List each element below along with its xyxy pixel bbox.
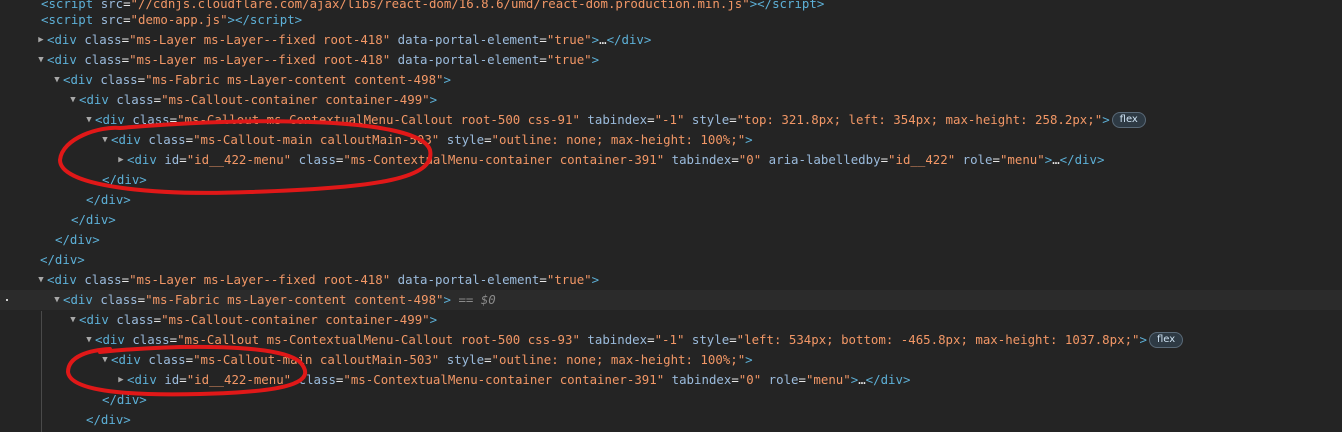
flex-badge[interactable]: flex [1148, 331, 1184, 348]
flex-badge[interactable]: flex [1111, 111, 1146, 128]
collapse-triangle-icon[interactable]: ▼ [67, 310, 79, 330]
dom-node-code: <div class="ms-Callout-container contain… [79, 312, 438, 327]
dom-node-code: <div id="id__422-menu" class="ms-Context… [127, 372, 911, 387]
dom-node-line[interactable]: </div> [0, 210, 1342, 230]
dom-node-content[interactable]: </div> [102, 170, 147, 190]
dom-node-content[interactable]: ▶ <div id="id__422-menu" class="ms-Contex… [115, 150, 1104, 170]
dom-node-code: <div id="id__422-menu" class="ms-Context… [127, 152, 1105, 167]
dom-node-code: </div> [40, 252, 85, 267]
dom-node-code: </div> [102, 392, 147, 407]
dom-node-content[interactable]: ▼ <div class="ms-Layer ms-Layer--fixed ro… [35, 50, 599, 70]
dom-node-line[interactable]: ▼ <div class="ms-Layer ms-Layer--fixed ro… [0, 50, 1342, 70]
dom-node-line[interactable]: </div> [0, 170, 1342, 190]
expand-triangle-icon[interactable]: ▶ [115, 370, 127, 390]
dom-node-content[interactable]: ▼ <div class="ms-Fabric ms-Layer-content … [51, 290, 496, 310]
collapse-triangle-icon[interactable]: ▼ [83, 110, 95, 130]
dom-node-line[interactable]: ▼ <div class="ms-Callout-main calloutMain… [0, 130, 1342, 150]
dom-node-line[interactable]: ▼ <div class="ms-Fabric ms-Layer-content … [0, 70, 1342, 90]
dom-node-content[interactable]: ▼ <div class="ms-Callout-container contai… [67, 310, 437, 330]
expand-triangle-icon[interactable]: ▶ [35, 30, 47, 50]
dom-node-code: <div class="ms-Layer ms-Layer--fixed roo… [47, 52, 600, 67]
dom-node-code: <script src="demo-app.js"></script> [41, 12, 303, 27]
dom-node-code: </div> [86, 412, 131, 427]
dom-node-code: <div class="ms-Layer ms-Layer--fixed roo… [47, 272, 600, 287]
collapse-triangle-icon[interactable]: ▼ [51, 290, 63, 310]
dom-node-code: <div class="ms-Fabric ms-Layer-content c… [63, 292, 496, 307]
collapse-triangle-icon[interactable]: ▼ [83, 330, 95, 350]
dom-node-content[interactable]: </div> [55, 230, 100, 250]
dom-node-code: <div class="ms-Layer ms-Layer--fixed roo… [47, 32, 652, 47]
dom-node-code: <div class="ms-Callout ms-ContextualMenu… [95, 112, 1110, 127]
dom-node-line[interactable]: ▼ <div class="ms-Callout-main calloutMain… [0, 350, 1342, 370]
dom-node-code: <div class="ms-Callout-main calloutMain-… [111, 132, 753, 147]
dom-node-content[interactable]: ▼ <div class="ms-Callout-container contai… [67, 90, 437, 110]
dom-node-line[interactable]: </div> [0, 230, 1342, 250]
dom-node-content[interactable]: </div> [86, 190, 131, 210]
dom-node-line[interactable]: </div> [0, 410, 1342, 430]
collapse-triangle-icon[interactable]: ▼ [35, 50, 47, 70]
dom-node-line[interactable]: ▼ <div class="ms-Callout ms-ContextualMen… [0, 330, 1342, 350]
dom-node-code: <div class="ms-Callout-main calloutMain-… [111, 352, 753, 367]
selection-dot [6, 299, 8, 301]
dom-node-line[interactable]: </div> [0, 250, 1342, 270]
dom-node-line[interactable]: ▶ <div id="id__422-menu" class="ms-Contex… [0, 150, 1342, 170]
dom-node-content[interactable]: ▼ <div class="ms-Callout ms-ContextualMen… [83, 110, 1146, 130]
dom-node-line[interactable]: ▶ <div id="id__422-menu" class="ms-Contex… [0, 370, 1342, 390]
dom-node-line[interactable]: ▼ <div class="ms-Callout-container contai… [0, 90, 1342, 110]
dom-node-code: </div> [102, 172, 147, 187]
dom-node-content[interactable]: ▶ <div class="ms-Layer ms-Layer--fixed ro… [35, 30, 651, 50]
dom-node-code: </div> [71, 212, 116, 227]
dom-node-content[interactable]: ▼ <div class="ms-Callout-main calloutMain… [99, 130, 753, 150]
dom-node-content[interactable]: ▶ <div id="id__422-menu" class="ms-Contex… [115, 370, 910, 390]
collapse-triangle-icon[interactable]: ▼ [99, 350, 111, 370]
dom-node-line[interactable]: ▼ <div class="ms-Callout-container contai… [0, 310, 1342, 330]
dom-node-code: <div class="ms-Fabric ms-Layer-content c… [63, 72, 451, 87]
dom-node-content[interactable]: ▼ <div class="ms-Fabric ms-Layer-content … [51, 70, 451, 90]
dom-node-content[interactable]: </div> [86, 410, 131, 430]
dom-node-line[interactable]: ▼ <div class="ms-Callout ms-ContextualMen… [0, 110, 1342, 130]
selected-node-guide [41, 311, 42, 432]
dom-node-line[interactable]: </div> [0, 390, 1342, 410]
dom-node-content[interactable]: </div> [71, 210, 116, 230]
dom-node-content[interactable]: ▼ <div class="ms-Callout ms-ContextualMen… [83, 330, 1184, 350]
dom-node-line[interactable]: </div> [0, 190, 1342, 210]
dom-node-code: </div> [55, 232, 100, 247]
dom-node-content[interactable]: ▼ <div class="ms-Callout-main calloutMain… [99, 350, 753, 370]
dom-node-content[interactable]: </div> [102, 390, 147, 410]
collapse-triangle-icon[interactable]: ▼ [67, 90, 79, 110]
dom-node-line[interactable]: <script src="demo-app.js"></script> [0, 10, 1342, 30]
dom-node-line[interactable]: ▼ <div class="ms-Fabric ms-Layer-content … [0, 290, 1342, 310]
collapse-triangle-icon[interactable]: ▼ [51, 70, 63, 90]
dom-node-code: <div class="ms-Callout-container contain… [79, 92, 438, 107]
dom-node-content[interactable]: </div> [40, 250, 85, 270]
dom-node-line[interactable]: ▼ <div class="ms-Layer ms-Layer--fixed ro… [0, 270, 1342, 290]
dom-node-content[interactable]: ▼ <div class="ms-Layer ms-Layer--fixed ro… [35, 270, 599, 290]
dom-node-line[interactable]: ▶ <div class="ms-Layer ms-Layer--fixed ro… [0, 30, 1342, 50]
expand-triangle-icon[interactable]: ▶ [115, 150, 127, 170]
dom-node-code: <div class="ms-Callout ms-ContextualMenu… [95, 332, 1147, 347]
dom-node-content[interactable]: <script src="demo-app.js"></script> [41, 10, 302, 30]
collapse-triangle-icon[interactable]: ▼ [35, 270, 47, 290]
dom-node-code: </div> [86, 192, 131, 207]
collapse-triangle-icon[interactable]: ▼ [99, 130, 111, 150]
